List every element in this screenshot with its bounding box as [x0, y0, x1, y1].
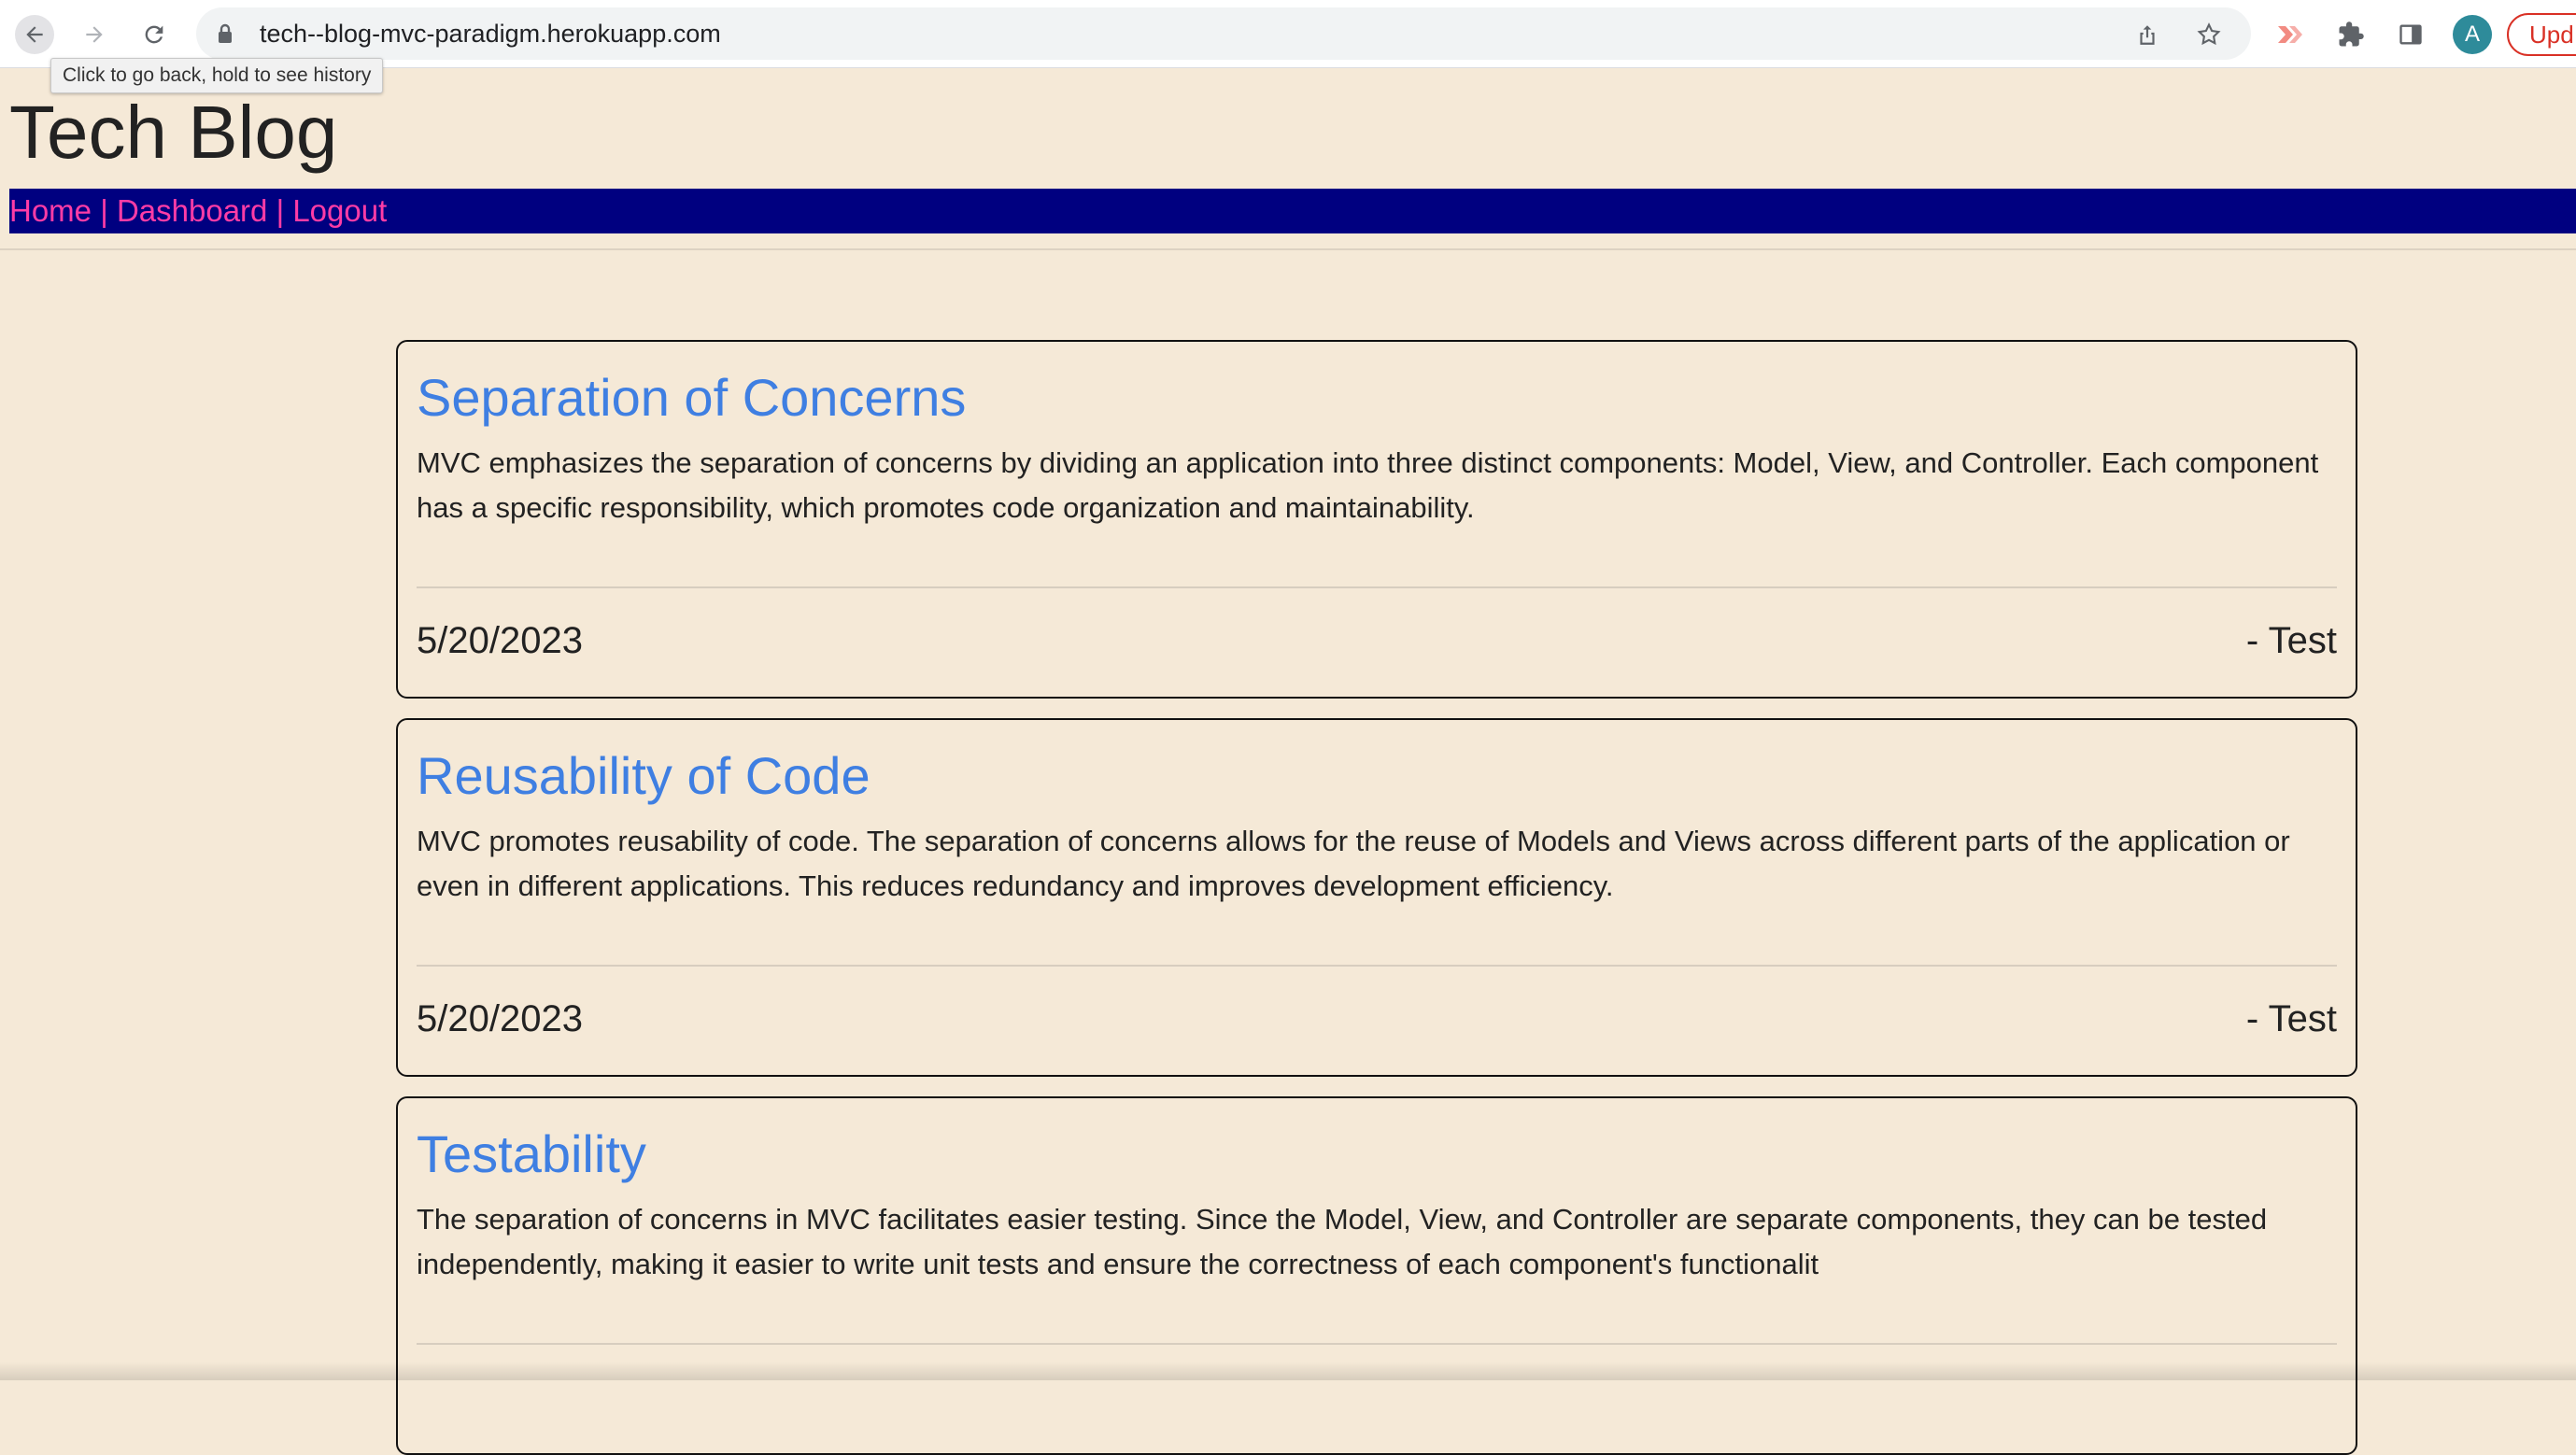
post-author: - Test	[2245, 620, 2337, 661]
nav-separator: |	[267, 193, 293, 228]
post-divider	[417, 1343, 2337, 1345]
window-bottom-shadow	[0, 1362, 2576, 1380]
forward-button[interactable]	[75, 15, 114, 54]
extensions-puzzle-icon[interactable]	[2335, 19, 2367, 50]
post-card: Reusability of Code MVC promotes reusabi…	[396, 718, 2357, 1077]
post-divider	[417, 586, 2337, 588]
bookmark-star-icon[interactable]	[2195, 21, 2223, 49]
back-button[interactable]	[15, 15, 54, 54]
lock-icon	[217, 22, 234, 49]
post-card: Testability The separation of concerns i…	[396, 1096, 2357, 1455]
nav-home-link[interactable]: Home	[9, 193, 92, 228]
nav-logout-link[interactable]: Logout	[292, 193, 387, 228]
post-divider	[417, 965, 2337, 967]
site-nav: Home | Dashboard | Logout	[9, 189, 2576, 233]
post-author: - Test	[2245, 998, 2337, 1039]
post-date: 5/20/2023	[417, 998, 583, 1039]
post-date: 5/20/2023	[417, 620, 583, 661]
browser-toolbar: tech--blog-mvc-paradigm.herokuapp.com A …	[0, 0, 2576, 68]
post-card: Separation of Concerns MVC emphasizes th…	[396, 340, 2357, 699]
nav-dashboard-link[interactable]: Dashboard	[117, 193, 267, 228]
update-button[interactable]: Upd	[2507, 13, 2576, 56]
share-icon[interactable]	[2133, 21, 2161, 49]
post-title-link[interactable]: Reusability of Code	[417, 739, 870, 813]
reload-icon	[145, 25, 163, 44]
profile-avatar[interactable]: A	[2453, 15, 2492, 54]
post-body: The separation of concerns in MVC facili…	[417, 1203, 2268, 1280]
reload-button[interactable]	[134, 15, 174, 54]
nav-separator: |	[92, 193, 117, 228]
update-label: Upd	[2529, 21, 2574, 49]
avatar-letter: A	[2464, 21, 2480, 47]
url-text[interactable]: tech--blog-mvc-paradigm.herokuapp.com	[260, 20, 721, 49]
extension-cast-icon[interactable]	[2275, 19, 2307, 50]
arrow-right-icon	[86, 26, 103, 43]
post-title-link[interactable]: Separation of Concerns	[417, 360, 966, 435]
arrow-left-icon	[26, 26, 43, 43]
post-body: MVC emphasizes the separation of concern…	[417, 446, 2319, 524]
header-divider	[0, 248, 2576, 250]
post-body: MVC promotes reusability of code. The se…	[417, 825, 2290, 902]
address-bar[interactable]: tech--blog-mvc-paradigm.herokuapp.com	[196, 7, 2251, 60]
post-title-link[interactable]: Testability	[417, 1117, 646, 1192]
side-panel-icon[interactable]	[2395, 19, 2427, 50]
site-title: Tech Blog	[9, 91, 338, 174]
